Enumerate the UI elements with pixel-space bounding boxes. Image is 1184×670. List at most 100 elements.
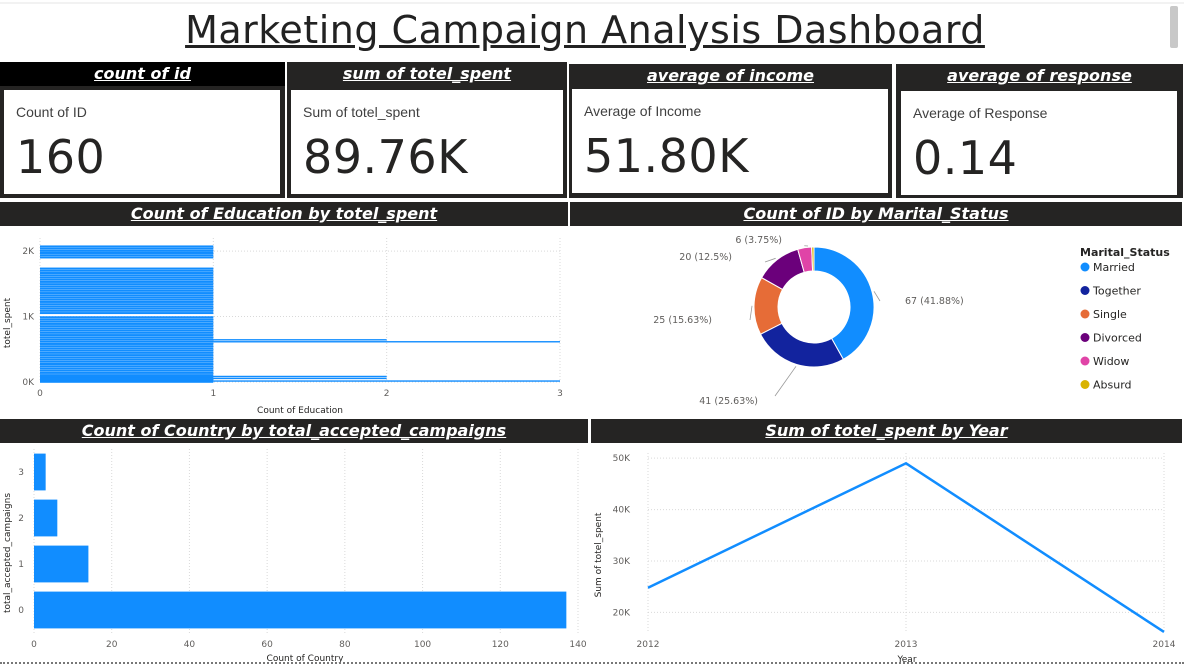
country-chart[interactable]: 0 20 40 60 80 100 120 140 3 2 1 0 total_accepted_ca… <box>0 443 588 663</box>
education-y-tick: 0K <box>22 378 35 388</box>
donut-slice-together <box>759 322 844 368</box>
education-bar <box>40 251 214 254</box>
education-chart[interactable]: 0 1 2 3 0K 1K 2K totel_spent Count of Educatio… <box>0 226 568 418</box>
legend-marker-married <box>1080 262 1090 272</box>
education-bar <box>40 349 214 352</box>
education-bar <box>40 287 214 290</box>
kpi-frame-avg-response: Average of Response 0.14 <box>896 86 1183 198</box>
education-bar <box>40 280 214 283</box>
education-bar <box>40 289 214 292</box>
education-bar <box>40 272 214 275</box>
kpi-card-avg-income[interactable]: Average of Income 51.80K <box>571 88 889 194</box>
education-x-tick: 2 <box>384 389 390 399</box>
kpi-header-avg-income: average of income <box>569 64 892 88</box>
education-bar <box>40 345 214 348</box>
country-x-tick: 60 <box>261 640 273 650</box>
legend-item-single: Single <box>1093 308 1127 321</box>
education-bar <box>40 249 214 252</box>
kpi-frame-count-id: Count of ID 160 <box>0 86 285 198</box>
education-bar <box>40 322 214 325</box>
country-x-tick: 40 <box>184 640 196 650</box>
country-y-tick: 1 <box>18 560 24 570</box>
legend-item-divorced: Divorced <box>1093 332 1142 345</box>
education-bar <box>40 307 214 310</box>
education-bar <box>40 316 214 319</box>
kpi-header-count-id: count of id <box>0 62 285 86</box>
kpi-card-sum-spent[interactable]: Sum of totel_spent 89.76K <box>290 89 564 195</box>
legend-marker-absurd <box>1080 380 1090 389</box>
year-y-axis-title: Sum of totel_spent <box>594 512 604 597</box>
education-bar <box>40 334 214 337</box>
education-bar <box>40 303 214 306</box>
country-bar <box>34 591 567 629</box>
kpi-value: 160 <box>16 130 106 184</box>
education-bar <box>40 254 214 257</box>
education-y-tick: 1K <box>22 313 35 323</box>
education-bar <box>40 327 214 330</box>
legend-marker-divorced <box>1080 333 1090 342</box>
year-x-tick: 2013 <box>895 640 918 650</box>
kpi-card-count-id[interactable]: Count of ID 160 <box>3 89 281 195</box>
education-bar <box>40 256 214 259</box>
country-x-tick: 20 <box>106 640 118 650</box>
donut-data-label: 25 (15.63%) <box>653 315 712 326</box>
year-y-tick: 50K <box>613 454 631 464</box>
country-x-tick: 0 <box>31 640 37 650</box>
education-bar <box>40 371 214 374</box>
education-bar <box>40 347 214 350</box>
education-bar <box>40 341 560 343</box>
education-x-tick: 3 <box>557 389 563 399</box>
country-bar <box>34 545 89 583</box>
kpi-card-avg-response[interactable]: Average of Response 0.14 <box>900 90 1178 196</box>
panel-header-year: Sum of totel_spent by Year <box>591 419 1182 443</box>
country-x-tick: 140 <box>569 640 586 650</box>
education-bar <box>40 247 214 250</box>
donut-data-label: 67 (41.88%) <box>905 296 964 307</box>
education-bar <box>40 365 214 368</box>
donut-slice-absurd <box>811 246 815 272</box>
legend-item-widow: Widow <box>1093 355 1129 368</box>
vertical-scrollbar[interactable] <box>1170 6 1178 48</box>
education-bar <box>40 325 214 328</box>
education-bar <box>40 298 214 301</box>
year-y-tick: 40K <box>613 506 631 516</box>
legend-item-together: Together <box>1092 285 1141 298</box>
panel-header-country: Count of Country by total_accepted_campa… <box>0 419 588 443</box>
education-bar <box>40 278 214 281</box>
education-bar <box>40 320 214 323</box>
top-edge-line <box>0 2 1184 4</box>
education-bar <box>40 380 560 382</box>
education-bar <box>40 294 214 297</box>
marital-chart[interactable]: 67 (41.88%) 41 (25.63%) 25 (15.63%) 20 (12.… <box>570 226 1182 418</box>
education-x-tick: 1 <box>210 389 216 399</box>
country-x-tick: 120 <box>492 640 509 650</box>
canvas-bottom-border <box>0 662 1184 664</box>
education-bar <box>40 331 214 334</box>
education-bar <box>40 356 214 359</box>
education-bar <box>40 367 214 370</box>
dashboard-title: Marketing Campaign Analysis Dashboard <box>185 8 985 52</box>
legend-item-absurd: Absurd <box>1093 379 1132 392</box>
education-bar <box>40 276 214 279</box>
kpi-frame-sum-spent: Sum of totel_spent 89.76K <box>287 86 567 198</box>
year-x-tick: 2012 <box>637 640 660 650</box>
education-bar <box>40 377 387 380</box>
education-bar <box>40 342 214 345</box>
year-chart[interactable]: 20K 30K 40K 50K 2012 2013 2014 Sum of totel_sp… <box>591 443 1184 663</box>
kpi-value: 0.14 <box>913 131 1018 185</box>
education-bar <box>40 274 214 277</box>
year-x-tick: 2014 <box>1153 640 1176 650</box>
country-y-axis-title: total_accepted_campaigns <box>3 493 13 613</box>
education-bar <box>40 358 214 361</box>
donut-data-label: 20 (12.5%) <box>679 252 732 263</box>
education-bar <box>40 339 387 341</box>
education-bar <box>40 336 214 339</box>
kpi-label: Average of Income <box>584 103 702 119</box>
education-bar <box>40 285 214 288</box>
education-bar <box>40 300 214 303</box>
education-bar <box>40 312 214 315</box>
donut-leader-line <box>774 366 797 397</box>
kpi-header-sum-spent: sum of totel_spent <box>287 62 567 86</box>
education-bar <box>40 305 214 308</box>
country-y-tick: 2 <box>18 514 24 524</box>
